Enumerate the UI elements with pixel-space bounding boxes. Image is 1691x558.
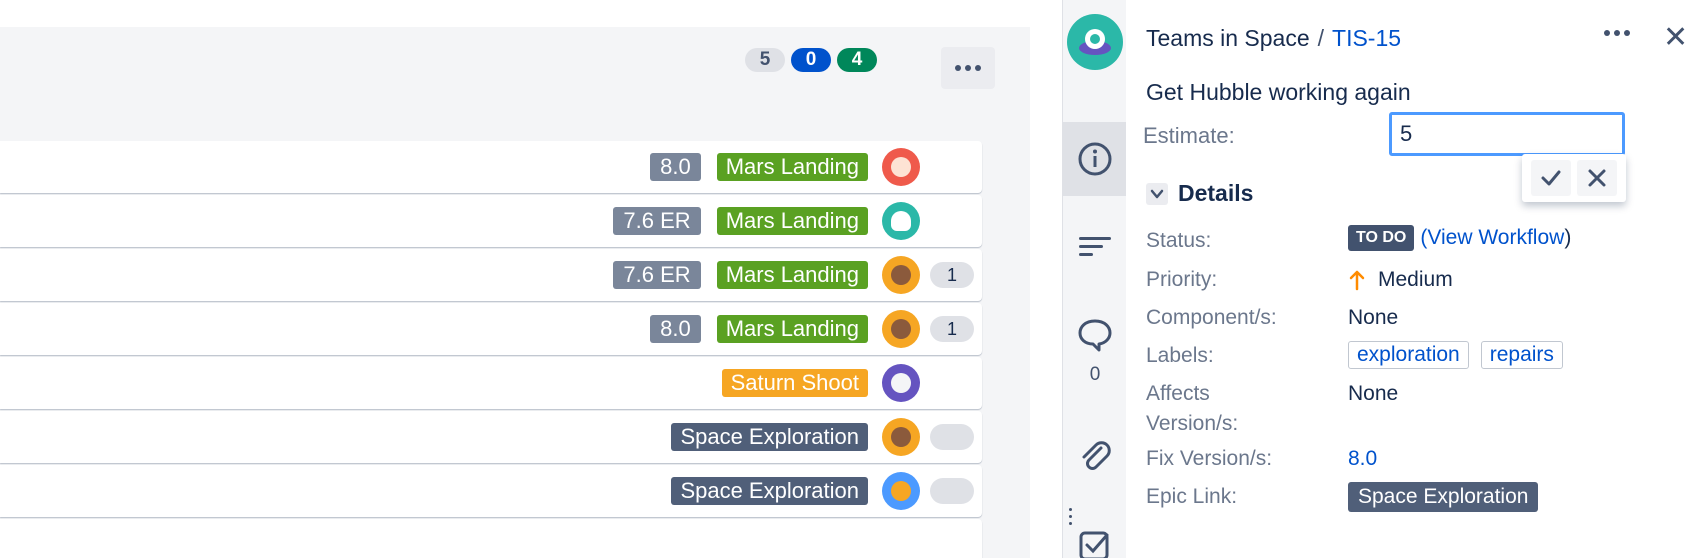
project-avatar-icon[interactable] (1067, 14, 1123, 70)
version-badge: 8.0 (650, 315, 701, 343)
epic-badge: Mars Landing (716, 315, 868, 343)
issue-row[interactable]: 7.6 ER Mars Landing (0, 195, 982, 247)
info-icon[interactable] (1063, 122, 1127, 196)
breadcrumb-project[interactable]: Teams in Space (1146, 25, 1310, 51)
description-icon[interactable] (1063, 210, 1127, 284)
estimate-label: Estimate: (1143, 123, 1235, 148)
issue-key-link[interactable]: TIS-15 (1332, 25, 1401, 51)
label-tag[interactable]: exploration (1348, 341, 1469, 369)
epic-badge: Saturn Shoot (721, 369, 868, 397)
epic-badge: Mars Landing (716, 207, 868, 235)
labels-value: exploration repairs (1348, 341, 1575, 369)
assignee-avatar[interactable] (882, 148, 920, 186)
issue-row[interactable] (0, 519, 982, 558)
issue-summary[interactable]: Get Hubble working again (1146, 79, 1411, 106)
attachment-icon[interactable] (1063, 420, 1127, 494)
count-badge-done: 4 (837, 48, 877, 72)
chevron-down-icon (1146, 182, 1168, 205)
close-icon (1588, 169, 1606, 187)
comment-count: 0 (1089, 364, 1101, 385)
epic-link-label: Epic Link: (1146, 485, 1238, 508)
issue-row[interactable]: 8.0 Mars Landing (0, 141, 982, 193)
status-lozenge[interactable]: TO DO (1348, 225, 1415, 251)
issue-detail-panel: Teams in Space / TIS-15 ✕ Get Hubble worki… (1126, 0, 1691, 558)
confirm-button[interactable] (1531, 160, 1571, 196)
fix-version-link[interactable]: 8.0 (1348, 444, 1377, 474)
close-icon[interactable]: ✕ (1663, 20, 1688, 55)
components-label: Component/s: (1146, 306, 1277, 329)
more-horizontal-icon (1604, 30, 1610, 36)
estimate-actions (1522, 154, 1626, 202)
affects-version-label: Affects Version/s: (1146, 379, 1238, 439)
epic-link-tag[interactable]: Space Exploration (1348, 482, 1539, 512)
issue-row[interactable]: Space Exploration (0, 465, 982, 517)
labels-label: Labels: (1146, 344, 1214, 367)
assignee-avatar[interactable] (882, 202, 920, 240)
epic-link-value: Space Exploration (1348, 482, 1539, 512)
subtask-count: 1 (930, 262, 974, 288)
subtask-count (930, 478, 974, 504)
epic-badge: Mars Landing (716, 261, 868, 289)
assignee-avatar[interactable] (882, 472, 920, 510)
fix-version-label: Fix Version/s: (1146, 447, 1273, 470)
workflow-paren-close: ) (1564, 226, 1572, 249)
check-icon (1541, 170, 1561, 186)
cancel-button[interactable] (1577, 160, 1617, 196)
epic-badge: Space Exploration (671, 423, 868, 451)
details-toggle[interactable]: Details (1146, 180, 1253, 207)
label-tag[interactable]: repairs (1480, 341, 1563, 369)
components-value[interactable]: None (1348, 303, 1398, 333)
priority-value[interactable]: Medium (1348, 265, 1453, 295)
issue-row[interactable]: Saturn Shoot (0, 357, 982, 409)
assignee-avatar[interactable] (882, 418, 920, 456)
workflow-paren-open: ( (1420, 226, 1428, 249)
subtask-count: 1 (930, 316, 974, 342)
assignee-avatar[interactable] (882, 256, 920, 294)
breadcrumb-separator: / (1317, 25, 1325, 51)
resize-handle[interactable] (1069, 508, 1073, 532)
assignee-avatar[interactable] (882, 364, 920, 402)
more-actions-button[interactable] (1604, 30, 1630, 36)
epic-badge: Mars Landing (716, 153, 868, 181)
assignee-avatar[interactable] (882, 310, 920, 348)
estimate-input[interactable] (1389, 112, 1625, 156)
issue-row[interactable]: Space Exploration (0, 411, 982, 463)
status-value: TO DO (View Workflow) (1348, 223, 1571, 253)
affects-version-value[interactable]: None (1348, 379, 1398, 409)
priority-label: Priority: (1146, 268, 1218, 291)
priority-text: Medium (1378, 268, 1453, 291)
status-label: Status: (1146, 229, 1212, 252)
arrow-up-icon (1349, 270, 1365, 291)
issue-row[interactable]: 7.6 ER Mars Landing 1 (0, 249, 982, 301)
issue-row[interactable]: 8.0 Mars Landing 1 (0, 303, 982, 355)
more-actions-button[interactable] (941, 47, 995, 89)
details-heading: Details (1178, 180, 1254, 206)
detail-sidebar-rail: 0 (1062, 0, 1127, 558)
version-badge: 7.6 ER (613, 207, 701, 235)
affects-label-line2: Version/s: (1146, 412, 1239, 435)
count-badge-in-progress: 0 (791, 48, 831, 72)
more-horizontal-icon (955, 65, 961, 71)
version-badge: 8.0 (650, 153, 701, 181)
comment-icon[interactable] (1063, 298, 1127, 372)
epic-badge: Space Exploration (671, 477, 868, 505)
view-workflow-link[interactable]: View Workflow (1427, 223, 1564, 253)
version-badge: 7.6 ER (613, 261, 701, 289)
issue-list: 8.0 Mars Landing 7.6 ER Mars Landing 7.6… (0, 141, 982, 558)
breadcrumb: Teams in Space / TIS-15 (1146, 25, 1401, 52)
count-badge-todo: 5 (745, 48, 785, 72)
subtask-count (930, 424, 974, 450)
issue-counts: 5 0 4 (745, 48, 877, 72)
affects-label-line1: Affects (1146, 382, 1210, 405)
